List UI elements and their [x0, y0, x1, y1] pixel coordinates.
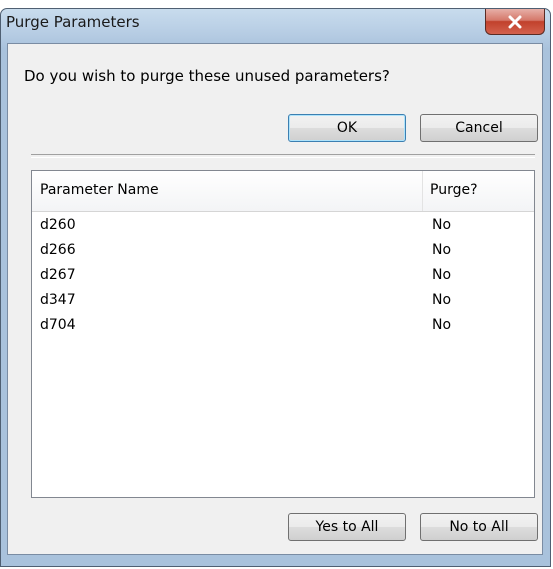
table-row[interactable]: d260 No — [32, 214, 534, 238]
column-header-purge[interactable]: Purge? — [430, 182, 478, 198]
table-row[interactable]: d347 No — [32, 289, 534, 313]
no-to-all-button[interactable]: No to All — [420, 513, 538, 541]
purge-cell[interactable]: No — [432, 292, 451, 308]
table-row[interactable]: d266 No — [32, 239, 534, 263]
parameter-list[interactable]: Parameter Name Purge? d260 No d266 No d2… — [31, 170, 535, 498]
parameter-name-cell: d267 — [40, 267, 76, 283]
yes-to-all-button[interactable]: Yes to All — [288, 513, 406, 541]
purge-cell[interactable]: No — [432, 267, 451, 283]
purge-cell[interactable]: No — [432, 217, 451, 233]
parameter-name-cell: d347 — [40, 292, 76, 308]
parameter-name-cell: d266 — [40, 242, 76, 258]
prompt-text: Do you wish to purge these unused parame… — [24, 67, 390, 85]
ok-button[interactable]: OK — [288, 114, 406, 142]
separator — [31, 154, 535, 158]
window-title: Purge Parameters — [6, 13, 140, 31]
cancel-button[interactable]: Cancel — [420, 114, 538, 142]
purge-cell[interactable]: No — [432, 317, 451, 333]
parameter-name-cell: d260 — [40, 217, 76, 233]
close-icon — [508, 15, 522, 28]
purge-cell[interactable]: No — [432, 242, 451, 258]
close-button[interactable] — [485, 9, 545, 35]
column-divider[interactable] — [422, 171, 423, 211]
list-header: Parameter Name Purge? — [32, 171, 534, 212]
column-header-parameter-name[interactable]: Parameter Name — [40, 182, 159, 198]
table-row[interactable]: d267 No — [32, 264, 534, 288]
parameter-name-cell: d704 — [40, 317, 76, 333]
table-row[interactable]: d704 No — [32, 314, 534, 338]
